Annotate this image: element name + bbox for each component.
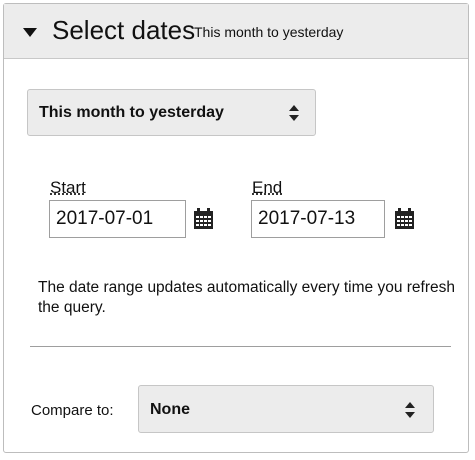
divider [30, 346, 451, 347]
end-label: End [252, 178, 283, 197]
auto-update-note: The date range updates automatically eve… [38, 279, 456, 316]
select-arrows-icon [405, 402, 415, 418]
caret-down-icon[interactable] [23, 28, 37, 37]
end-calendar-icon[interactable] [394, 208, 415, 230]
panel-title: Select dates [52, 15, 196, 45]
compare-to-selected: None [150, 401, 190, 418]
compare-to-label: Compare to: [31, 402, 114, 419]
end-date-input[interactable] [251, 200, 385, 238]
start-date-input[interactable] [49, 200, 186, 238]
panel-header[interactable]: Select dates This month to yesterday [4, 4, 468, 59]
start-calendar-icon[interactable] [193, 208, 214, 230]
compare-to-select[interactable]: None [138, 385, 434, 433]
select-arrows-icon [289, 105, 299, 121]
start-label: Start [50, 178, 86, 197]
select-dates-panel: Select dates This month to yesterday Thi… [3, 3, 469, 453]
panel-subtitle: This month to yesterday [194, 24, 344, 40]
date-range-selected: This month to yesterday [39, 104, 224, 121]
date-range-select[interactable]: This month to yesterday [27, 89, 316, 136]
